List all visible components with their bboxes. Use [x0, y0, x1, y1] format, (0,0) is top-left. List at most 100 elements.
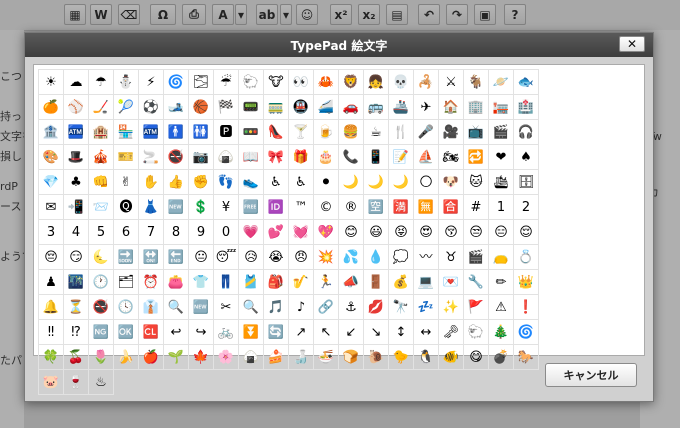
emoji-cell[interactable]: 🚲: [214, 320, 239, 345]
emoji-cell[interactable]: ©: [314, 195, 339, 220]
emoji-cell[interactable]: 🌃: [64, 270, 89, 295]
emoji-cell[interactable]: 🎽: [239, 270, 264, 295]
emoji-cell[interactable]: 😍: [414, 220, 439, 245]
emoji-cell[interactable]: 🎥: [439, 120, 464, 145]
emoji-cell[interactable]: 🆖: [89, 320, 114, 345]
emoji-cell[interactable]: 🔔: [39, 295, 64, 320]
emoji-cell[interactable]: ™: [289, 195, 314, 220]
emoji-cell[interactable]: ⏬: [239, 320, 264, 345]
emoji-cell[interactable]: ♪: [289, 295, 314, 320]
emoji-cell[interactable]: 🚢: [389, 95, 414, 120]
emoji-cell[interactable]: 🔄: [264, 320, 289, 345]
emoji-cell[interactable]: 😑: [489, 220, 514, 245]
emoji-cell[interactable]: 🎪: [89, 145, 114, 170]
emoji-cell[interactable]: 🚃: [264, 95, 289, 120]
emoji-cell[interactable]: 1: [489, 195, 514, 220]
emoji-cell[interactable]: 📟: [239, 95, 264, 120]
emoji-cell[interactable]: ¥: [214, 195, 239, 220]
emoji-cell[interactable]: 💻: [414, 270, 439, 295]
emoji-cell[interactable]: 🆗: [114, 320, 139, 345]
emoji-cell[interactable]: 🍊: [39, 95, 64, 120]
emoji-cell[interactable]: 🚇: [289, 95, 314, 120]
emoji-cell[interactable]: 📣: [339, 270, 364, 295]
emoji-cell[interactable]: 🏠: [439, 95, 464, 120]
emoji-cell[interactable]: 🏦: [39, 120, 64, 145]
emoji-cell[interactable]: 😒: [464, 220, 489, 245]
emoji-cell[interactable]: 📨: [89, 195, 114, 220]
emoji-cell[interactable]: 🆓: [239, 195, 264, 220]
emoji-cell[interactable]: 🏃: [314, 270, 339, 295]
emoji-cell[interactable]: 🌸: [214, 345, 239, 370]
emoji-cell[interactable]: 🈴: [439, 195, 464, 220]
emoji-cell[interactable]: 🌙: [364, 170, 389, 195]
emoji-cell[interactable]: 👍: [164, 170, 189, 195]
emoji-cell[interactable]: 🚪: [364, 270, 389, 295]
close-button[interactable]: ✕: [619, 36, 645, 52]
emoji-cell[interactable]: 😋: [464, 345, 489, 370]
emoji-cell[interactable]: 👠: [264, 120, 289, 145]
emoji-cell[interactable]: 💭: [389, 245, 414, 270]
emoji-cell[interactable]: 💲: [189, 195, 214, 220]
emoji-cell[interactable]: ⚡: [139, 70, 164, 95]
emoji-cell[interactable]: 🏁: [214, 95, 239, 120]
emoji-cell[interactable]: 📝: [389, 145, 414, 170]
emoji-cell[interactable]: 🌀: [164, 70, 189, 95]
emoji-cell[interactable]: 🎒: [264, 270, 289, 295]
emoji-cell[interactable]: 😌: [514, 220, 539, 245]
emoji-cell[interactable]: 🚥: [239, 120, 264, 145]
emoji-cell[interactable]: 🐠: [439, 345, 464, 370]
emoji-cell[interactable]: 🍙: [214, 145, 239, 170]
emoji-cell[interactable]: ☔: [214, 70, 239, 95]
emoji-cell[interactable]: 💎: [39, 170, 64, 195]
emoji-cell[interactable]: 🍺: [314, 120, 339, 145]
emoji-cell[interactable]: 🔚: [164, 245, 189, 270]
emoji-cell[interactable]: 🐷: [39, 370, 64, 395]
emoji-cell[interactable]: ✊: [189, 170, 214, 195]
emoji-cell[interactable]: 4: [64, 220, 89, 245]
emoji-cell[interactable]: 🐎: [514, 345, 539, 370]
emoji-cell[interactable]: 🐐: [464, 70, 489, 95]
emoji-cell[interactable]: ⏰: [139, 270, 164, 295]
emoji-cell[interactable]: 9: [189, 220, 214, 245]
emoji-cell[interactable]: ♿: [264, 170, 289, 195]
emoji-cell[interactable]: ☂: [89, 70, 114, 95]
emoji-cell[interactable]: 💓: [289, 220, 314, 245]
emoji-cell[interactable]: 🍸: [289, 120, 314, 145]
emoji-cell[interactable]: ↔: [414, 320, 439, 345]
emoji-cell[interactable]: 🔛: [139, 245, 164, 270]
emoji-cell[interactable]: 🏨: [89, 120, 114, 145]
emoji-cell[interactable]: 🈚: [414, 195, 439, 220]
emoji-cell[interactable]: ✉: [39, 195, 64, 220]
emoji-cell[interactable]: 📱: [364, 145, 389, 170]
emoji-cell[interactable]: 8: [164, 220, 189, 245]
emoji-cell[interactable]: ⚔: [439, 70, 464, 95]
emoji-cell[interactable]: 🏥: [514, 95, 539, 120]
emoji-cell[interactable]: 🛳: [489, 170, 514, 195]
emoji-cell[interactable]: ⛵: [414, 145, 439, 170]
emoji-cell[interactable]: ♉: [439, 245, 464, 270]
emoji-cell[interactable]: 🐮: [264, 70, 289, 95]
emoji-cell[interactable]: 🔍: [164, 295, 189, 320]
emoji-cell[interactable]: ✂: [214, 295, 239, 320]
emoji-cell[interactable]: ☕: [364, 120, 389, 145]
emoji-cell[interactable]: 🎿: [164, 95, 189, 120]
emoji-cell[interactable]: 🐑: [464, 320, 489, 345]
emoji-cell[interactable]: 👑: [514, 270, 539, 295]
emoji-cell[interactable]: 🍴: [389, 120, 414, 145]
emoji-cell[interactable]: 💤: [414, 295, 439, 320]
emoji-cell[interactable]: 🌷: [89, 345, 114, 370]
emoji-cell[interactable]: 👛: [164, 270, 189, 295]
emoji-cell[interactable]: 😏: [64, 245, 89, 270]
emoji-cell[interactable]: ✏: [489, 270, 514, 295]
emoji-cell[interactable]: ♣: [64, 170, 89, 195]
emoji-cell[interactable]: 👗: [139, 195, 164, 220]
emoji-cell[interactable]: 🏧: [139, 120, 164, 145]
emoji-cell[interactable]: 🅠: [114, 195, 139, 220]
emoji-cell[interactable]: 3: [39, 220, 64, 245]
emoji-cell[interactable]: 6: [114, 220, 139, 245]
emoji-cell[interactable]: 〰: [414, 245, 439, 270]
emoji-cell[interactable]: 🔗: [314, 295, 339, 320]
emoji-cell[interactable]: ⏳: [64, 295, 89, 320]
emoji-cell[interactable]: 🌫: [189, 70, 214, 95]
emoji-cell[interactable]: 👧: [364, 70, 389, 95]
